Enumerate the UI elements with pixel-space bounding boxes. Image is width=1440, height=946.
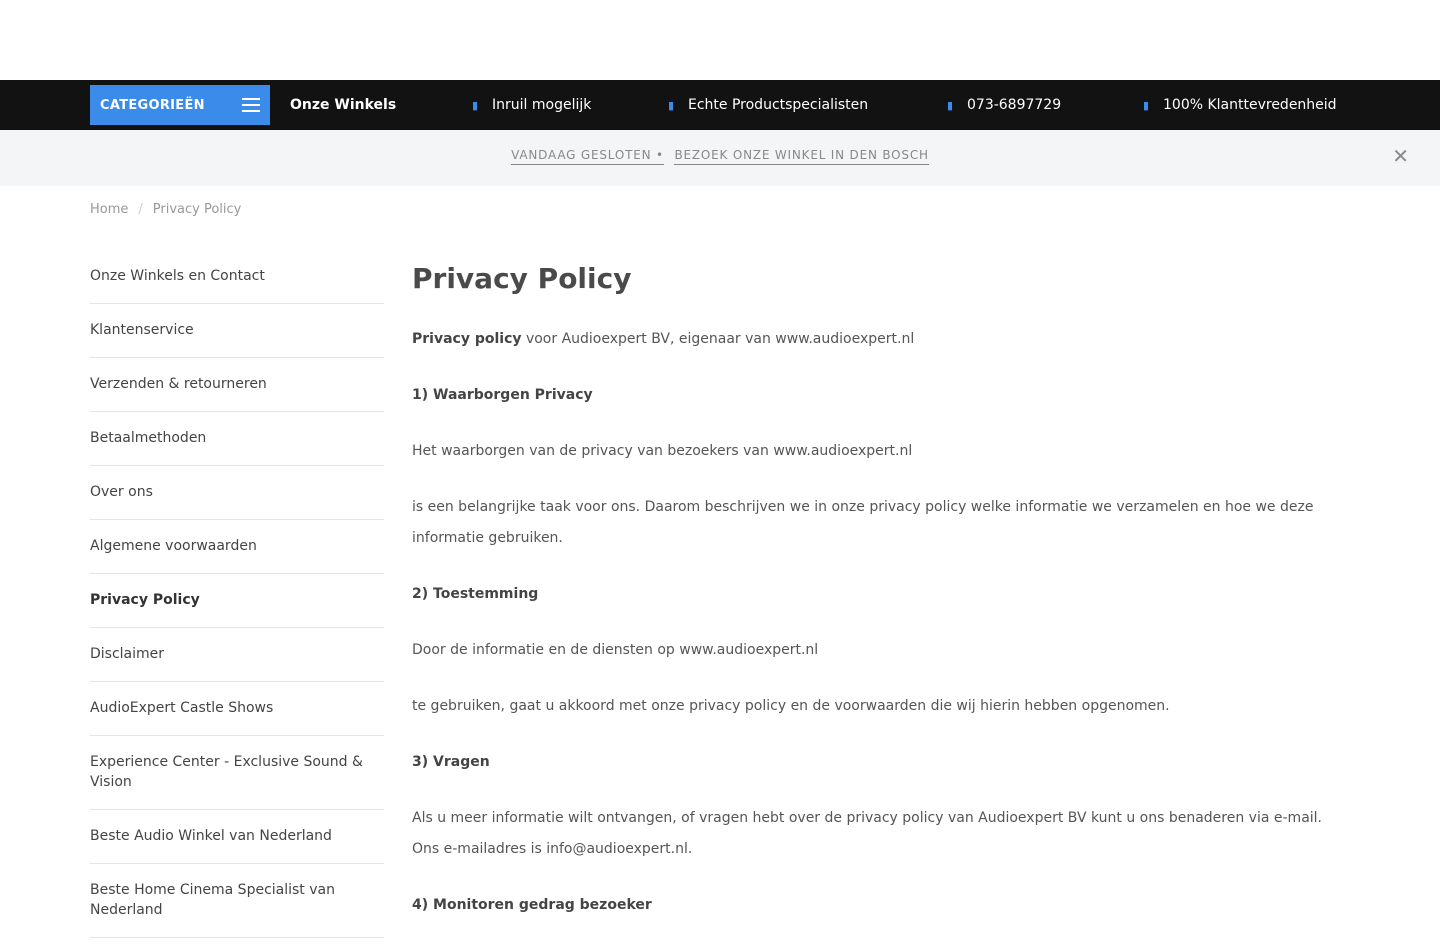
usp-label: 100% Klanttevredenheid: [1163, 97, 1337, 113]
usp-trade-in: ▮ Inruil mogelijk: [472, 80, 591, 130]
categories-label: CATEGORIEËN: [100, 97, 205, 113]
section-heading: 3) Vragen: [412, 754, 490, 770]
section-heading: 2) Toestemming: [412, 586, 539, 602]
usp-label: Echte Productspecialisten: [688, 97, 869, 113]
section-heading: 4) Monitoren gedrag bezoeker: [412, 897, 652, 913]
close-icon[interactable]: ✕: [1392, 146, 1409, 166]
sidebar-item-contact[interactable]: Onze Winkels en Contact: [90, 250, 384, 304]
sidebar-menu: Onze Winkels en Contact Klantenservice V…: [90, 250, 384, 938]
notice-text: VANDAAG GESLOTEN • BEZOEK ONZE WINKEL IN…: [0, 148, 1440, 165]
phone-icon: ▮: [947, 98, 954, 112]
sidebar-item-shipping[interactable]: Verzenden & retourneren: [90, 358, 384, 412]
categories-button[interactable]: CATEGORIEËN: [90, 85, 270, 125]
sidebar-item-about[interactable]: Over ons: [90, 466, 384, 520]
breadcrumb: Home / Privacy Policy: [90, 202, 241, 217]
usp-label: 073-6897729: [967, 97, 1062, 113]
sidebar-item-castle-shows[interactable]: AudioExpert Castle Shows: [90, 682, 384, 736]
sidebar-item-disclaimer[interactable]: Disclaimer: [90, 628, 384, 682]
top-whitespace: [0, 0, 1440, 80]
sidebar-item-experience-center[interactable]: Experience Center - Exclusive Sound & Vi…: [90, 736, 384, 810]
notice-visit-link[interactable]: BEZOEK ONZE WINKEL IN DEN BOSCH: [674, 148, 929, 165]
usp-specialists: ▮ Echte Productspecialisten: [668, 80, 868, 130]
page-title: Privacy Policy: [412, 262, 632, 295]
paragraph: Door de informatie en de diensten op www…: [412, 642, 819, 658]
notice-closed-link[interactable]: VANDAAG GESLOTEN •: [511, 148, 664, 165]
intro-paragraph: Privacy policy voor Audioexpert BV, eige…: [412, 324, 1352, 355]
check-icon: ▮: [472, 98, 479, 112]
usp-phone[interactable]: ▮ 073-6897729: [947, 80, 1061, 130]
intro-bold: Privacy policy: [412, 331, 522, 347]
sidebar-item-customer-service[interactable]: Klantenservice: [90, 304, 384, 358]
main-navbar: CATEGORIEËN Onze Winkels ▮ Inruil mogeli…: [0, 80, 1440, 130]
sidebar-item-terms[interactable]: Algemene voorwaarden: [90, 520, 384, 574]
usp-label: Inruil mogelijk: [492, 97, 592, 113]
main-content: Privacy Policy Privacy policy voor Audio…: [412, 260, 1352, 946]
check-icon: ▮: [668, 98, 675, 112]
breadcrumb-current: Privacy Policy: [152, 202, 242, 217]
usp-satisfaction: ▮ 100% Klanttevredenheid: [1143, 80, 1337, 130]
breadcrumb-separator: /: [138, 202, 143, 217]
paragraph: te gebruiken, gaat u akkoord met onze pr…: [412, 698, 1170, 714]
section-heading: 1) Waarborgen Privacy: [412, 387, 593, 403]
notice-bar: VANDAAG GESLOTEN • BEZOEK ONZE WINKEL IN…: [0, 130, 1440, 186]
paragraph: Het waarborgen van de privacy van bezoek…: [412, 443, 913, 459]
paragraph: is een belangrijke taak voor ons. Daarom…: [412, 499, 1314, 546]
sidebar-item-best-audio[interactable]: Beste Audio Winkel van Nederland: [90, 810, 384, 864]
check-icon: ▮: [1143, 98, 1150, 112]
stores-link[interactable]: Onze Winkels: [290, 80, 396, 130]
hamburger-icon: [242, 98, 260, 112]
sidebar-item-best-home-cinema[interactable]: Beste Home Cinema Specialist van Nederla…: [90, 864, 384, 938]
paragraph: Als u meer informatie wilt ontvangen, of…: [412, 810, 1322, 857]
breadcrumb-home[interactable]: Home: [90, 202, 128, 217]
intro-text: voor Audioexpert BV, eigenaar van www.au…: [521, 331, 915, 347]
sidebar-item-privacy[interactable]: Privacy Policy: [90, 574, 384, 628]
sidebar-item-payment[interactable]: Betaalmethoden: [90, 412, 384, 466]
